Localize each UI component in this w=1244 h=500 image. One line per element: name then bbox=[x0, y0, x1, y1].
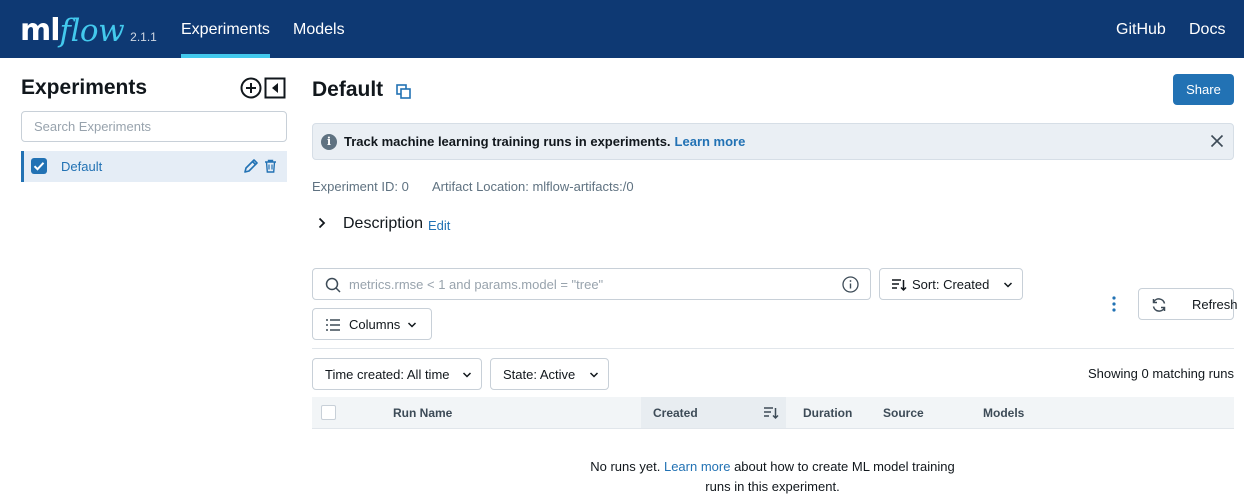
refresh-button[interactable]: Refresh bbox=[1138, 288, 1238, 320]
edit-icon[interactable] bbox=[243, 158, 259, 174]
divider bbox=[312, 348, 1234, 349]
banner-learn-more-link[interactable]: Learn more bbox=[675, 134, 746, 149]
sort-label: Sort: Created bbox=[912, 277, 990, 292]
runs-search-input[interactable]: metrics.rmse < 1 and params.model = "tre… bbox=[312, 268, 871, 300]
column-created[interactable]: Created bbox=[653, 406, 698, 420]
matching-runs-count: Showing 0 matching runs bbox=[1088, 366, 1234, 381]
time-created-dropdown[interactable]: Time created: All time bbox=[312, 358, 482, 390]
chevron-down-icon bbox=[589, 372, 599, 378]
mlflow-logo[interactable]: ml flow 2.1.1 bbox=[20, 10, 157, 50]
column-source[interactable]: Source bbox=[883, 406, 924, 420]
column-models[interactable]: Models bbox=[983, 406, 1024, 420]
time-created-label: Time created: All time bbox=[325, 367, 450, 382]
search-icon bbox=[325, 277, 341, 293]
chevron-down-icon bbox=[1003, 282, 1013, 288]
sort-dropdown[interactable]: Sort: Created bbox=[879, 268, 1023, 300]
chevron-down-icon bbox=[407, 322, 417, 328]
columns-dropdown[interactable]: Columns bbox=[312, 308, 432, 340]
search-experiments-input[interactable] bbox=[21, 111, 287, 142]
runs-table-header: Run Name Created Duration Source Models bbox=[312, 397, 1234, 429]
share-button[interactable]: Share bbox=[1173, 74, 1234, 105]
logo-flow-text: flow bbox=[59, 13, 125, 49]
info-icon[interactable] bbox=[842, 276, 859, 293]
list-icon bbox=[326, 319, 340, 331]
more-options-icon[interactable] bbox=[1110, 295, 1118, 313]
refresh-icon bbox=[1152, 298, 1166, 312]
sidebar-title: Experiments bbox=[21, 76, 148, 99]
description-edit-link[interactable]: Edit bbox=[428, 218, 450, 233]
state-label: State: Active bbox=[503, 367, 576, 382]
column-run-name[interactable]: Run Name bbox=[393, 406, 452, 420]
sidebar-item-default[interactable]: Default bbox=[21, 151, 287, 182]
version-label: 2.1.1 bbox=[130, 30, 157, 44]
close-icon[interactable] bbox=[1210, 134, 1224, 148]
info-icon: i bbox=[321, 134, 337, 150]
banner-text: Track machine learning training runs in … bbox=[344, 134, 671, 149]
info-banner: i Track machine learning training runs i… bbox=[312, 123, 1234, 160]
collapse-sidebar-icon[interactable] bbox=[264, 77, 286, 99]
nav-github[interactable]: GitHub bbox=[1116, 0, 1166, 58]
sort-descending-icon[interactable] bbox=[763, 405, 779, 421]
logo-ml-text: ml bbox=[20, 13, 61, 48]
experiment-id: Experiment ID: 0 bbox=[312, 179, 409, 194]
columns-label: Columns bbox=[349, 317, 401, 332]
checkbox-checked-icon[interactable] bbox=[31, 158, 47, 174]
nav-docs[interactable]: Docs bbox=[1189, 0, 1225, 58]
artifact-location: Artifact Location: mlflow-artifacts:/0 bbox=[432, 179, 634, 194]
copy-icon[interactable] bbox=[396, 84, 411, 99]
nav-experiments[interactable]: Experiments bbox=[181, 0, 270, 58]
empty-suffix-2: runs in this experiment. bbox=[705, 479, 840, 494]
nav-models[interactable]: Models bbox=[293, 0, 345, 58]
empty-prefix: No runs yet. bbox=[590, 459, 661, 474]
column-duration[interactable]: Duration bbox=[803, 406, 852, 420]
chevron-right-icon[interactable] bbox=[316, 217, 328, 229]
description-label[interactable]: Description bbox=[343, 215, 423, 233]
trash-icon[interactable] bbox=[264, 159, 277, 173]
empty-state-message: No runs yet. Learn more about how to cre… bbox=[570, 457, 975, 497]
sidebar-item-label: Default bbox=[61, 159, 103, 174]
state-dropdown[interactable]: State: Active bbox=[490, 358, 609, 390]
runs-search-placeholder: metrics.rmse < 1 and params.model = "tre… bbox=[349, 277, 604, 292]
top-nav-bar: ml flow 2.1.1 Experiments Models GitHub … bbox=[0, 0, 1244, 58]
empty-learn-more-link[interactable]: Learn more bbox=[664, 459, 730, 474]
empty-suffix: about how to create ML model training bbox=[734, 459, 955, 474]
page-title: Default bbox=[312, 78, 384, 101]
select-all-checkbox[interactable] bbox=[321, 405, 336, 420]
chevron-down-icon bbox=[462, 372, 472, 378]
add-experiment-icon[interactable] bbox=[240, 77, 262, 99]
refresh-label: Refresh bbox=[1192, 297, 1238, 312]
sort-icon bbox=[892, 279, 907, 292]
